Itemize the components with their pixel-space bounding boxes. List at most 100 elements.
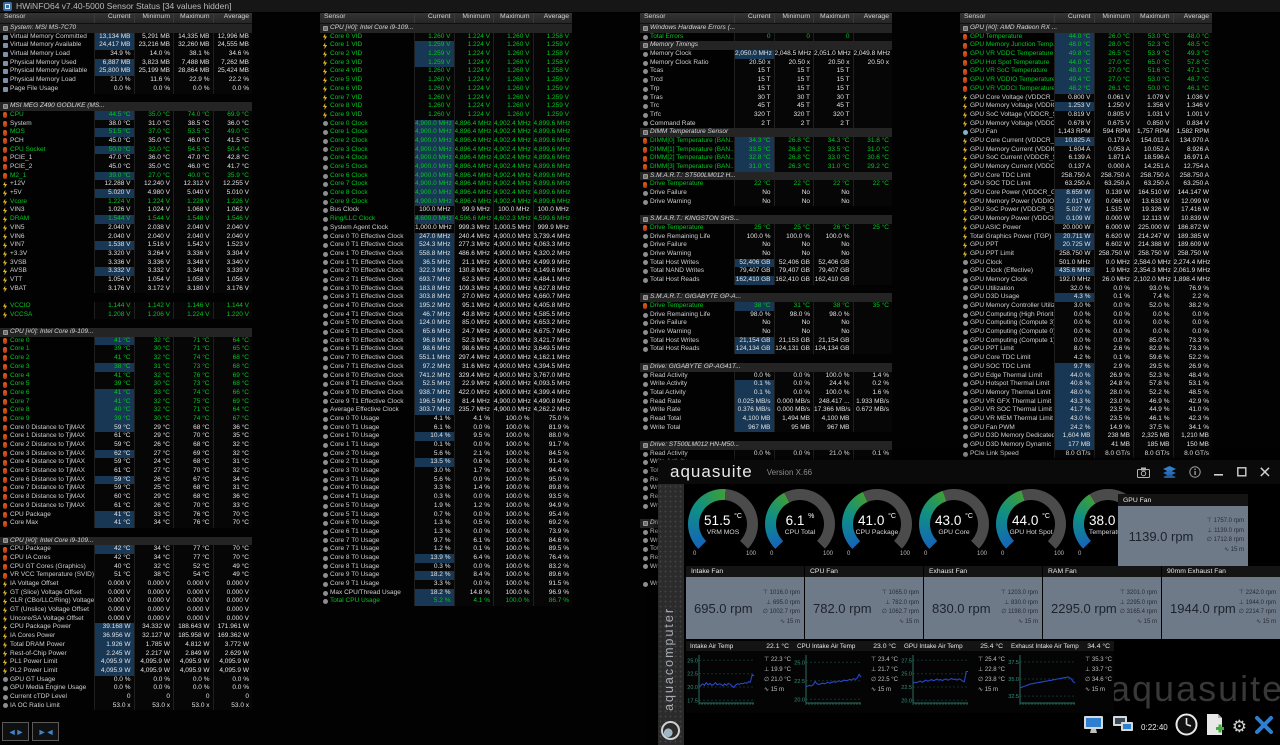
sensor-row[interactable]: GPU SoC Power (VDDCR_SOC)5.027 W1.515 W1… bbox=[960, 206, 1212, 216]
sensor-row[interactable]: GPU Computing (Compute 1)... 0.0 % 0.0 % 85… bbox=[960, 336, 1212, 346]
sensor-row[interactable]: GPU Core TDC Limit 4.2 % 0.1 % 59.6 % 52.2 % bbox=[960, 354, 1212, 363]
sensor-row[interactable]: Core 1 T1 Effective Clock 36.5 MHz 21.1 MH… bbox=[320, 258, 572, 268]
sensor-row[interactable]: 3VSB 3.336 V 3.336 V 3.348 V 3.340 V bbox=[0, 258, 252, 268]
section-header-row[interactable]: MSI MEG Z490 GODLIKE (MS... bbox=[0, 102, 252, 111]
sensor-row[interactable]: Tras 30 T 30 T 30 T bbox=[640, 93, 892, 103]
sensor-row[interactable]: Physical Memory Used 6,887 MB 3,823 MB 7,48… bbox=[0, 58, 252, 68]
section-header-row[interactable]: System: MSI MS-7C70 bbox=[0, 24, 252, 33]
sensor-row[interactable]: Uncore/SA Voltage Offset 0.000 V 0.000 V 0.… bbox=[0, 614, 252, 624]
sensor-row[interactable]: Total Host Writes 52,406 GB 52,406 GB 52,40… bbox=[640, 258, 892, 268]
sensor-row[interactable]: PL2 Power Limit 4,095.9 W 4,095.9 W 4,095.9… bbox=[0, 666, 252, 676]
sensor-row[interactable]: Total Host Writes 21,154 GB 21,153 GB 21,15… bbox=[640, 336, 892, 346]
sensor-row[interactable]: Core 3 Distance to TjMAX 62 °C 27 °C 69 °C 3… bbox=[0, 449, 252, 459]
sensor-row[interactable]: Core 8 Distance to TjMAX 60 °C 29 °C 68 °C 3… bbox=[0, 493, 252, 502]
report-add-icon[interactable] bbox=[1205, 713, 1225, 741]
sensor-row[interactable]: Ring/LLC Clock 4,600.0 MHz 4,596.6 MHz 4,60… bbox=[320, 215, 572, 224]
sensor-row[interactable]: Virtual Memory Load 34.9 % 14.0 % 38.1 % 34.… bbox=[0, 50, 252, 59]
sensor-row[interactable]: Core 4 T1 Usage 0.3 % 0.0 % 100.0 % 93.5 % bbox=[320, 493, 572, 502]
sensor-row[interactable]: GPU Clock 501.0 MHz 0.0 MHz 2,584.0 MHz 2,27… bbox=[960, 258, 1212, 268]
sensor-row[interactable]: Core 7 Clock 4,900.0 MHz 4,896.4 MHz 4,902.… bbox=[320, 180, 572, 190]
sensor-row[interactable]: GPU Fan 1,143 RPM 594 RPM 1,757 RPM 1,582 RP… bbox=[960, 128, 1212, 137]
sensor-row[interactable]: Rest-of-Chip Power 2.245 W 2.217 W 2.849 W2… bbox=[0, 649, 252, 659]
sensor-row[interactable]: GPU Memory Thermal Limit 48.0 % 28.0 % 52.2… bbox=[960, 388, 1212, 398]
sensor-row[interactable]: Drive Remaining Life 98.0 % 98.0 % 98.0 % bbox=[640, 310, 892, 320]
sensor-row[interactable]: VR VCC Temperature (SVID) 51 °C 38 °C 54 °C… bbox=[0, 571, 252, 580]
sensor-row[interactable]: GPU GT Usage 0.0 % 0.0 % 0.0 % 0.0 % bbox=[0, 675, 252, 685]
sensor-row[interactable]: GPU Edge Thermal Limit 44.0 % 26.9 % 52.3 %… bbox=[960, 371, 1212, 381]
sensor-row[interactable]: MOS 51.5 °C 37.0 °C 53.5 °C 49.0 °C bbox=[0, 128, 252, 137]
sensor-row[interactable]: GPU Computing (High Priorit... 0.0 % 0.0 %… bbox=[960, 310, 1212, 320]
sensor-row[interactable]: VIN7 1.538 V 1.516 V 1.542 V 1.523 V bbox=[0, 241, 252, 250]
sensor-row[interactable]: VCCSA 1.208 V 1.206 V 1.224 V 1.220 V bbox=[0, 310, 252, 320]
sensor-row[interactable]: Core 4 Distance to TjMAX 59 °C 24 °C 68 °C 3… bbox=[0, 458, 252, 468]
sensor-row[interactable]: DIMM[2] Temperature (BAN... 32.8 °C 26.8 °… bbox=[640, 154, 892, 163]
sensor-row[interactable]: DIMM[1] Temperature (BAN... 33.5 °C 26.8 °… bbox=[640, 145, 892, 155]
sensor-row[interactable]: Memory Clock Ratio 20.50 x 20.50 x 20.50 x2… bbox=[640, 58, 892, 68]
expand-columns-button[interactable]: ◄► bbox=[2, 722, 29, 741]
sensor-row[interactable]: Virtual Memory Committed 13,134 MB 5,291 M… bbox=[0, 32, 252, 42]
sensor-row[interactable]: Core 6 T0 Usage 1.3 % 0.5 % 100.0 % 69.2 % bbox=[320, 519, 572, 528]
sensor-row[interactable]: IA OC Ratio Limit 53.0 x 53.0 x 53.0 x 53.0 … bbox=[0, 701, 252, 711]
gpu-fan-panel-header[interactable]: GPU Fan bbox=[1118, 494, 1248, 506]
sensor-row[interactable]: Drive Warning No No No bbox=[640, 197, 892, 207]
sensor-row[interactable]: GPU Memory Power (VDDCI_... 0.109 W 0.000 … bbox=[960, 215, 1212, 224]
sensor-row[interactable]: GPU VR VDDCI Temperature 48.2 °C 26.1 °C 50… bbox=[960, 84, 1212, 94]
section-header-row[interactable]: CPU [#0]: Intel Core i9-109... bbox=[320, 24, 572, 33]
sensor-row[interactable]: GT (Slice) Voltage Offset 0.000 V 0.000 V0… bbox=[0, 588, 252, 598]
sensor-row[interactable]: CPU Package Power 39.168 W 34.332 W 188.643… bbox=[0, 623, 252, 633]
sensor-row[interactable]: GPU VR MEM Thermal Limit 43.0 % 23.5 % 46.1… bbox=[960, 414, 1212, 424]
sensor-row[interactable]: Core 4 VID 1.260 V 1.224 V 1.260 V 1.258 V bbox=[320, 67, 572, 77]
sensor-row[interactable]: GPU Computing (Compute 0)... 0.0 % 0.0 % 0.… bbox=[960, 328, 1212, 337]
sensor-row[interactable]: Core 7 T0 Usage 9.7 % 6.1 % 100.0 % 84.6 % bbox=[320, 536, 572, 546]
sensor-row[interactable]: DIMM[3] Temperature (BAN... 31.0 °C 26.3 °… bbox=[640, 163, 892, 172]
sensor-row[interactable]: Core 8 VID 1.260 V 1.224 V 1.260 V 1.259 V bbox=[320, 102, 572, 111]
section-header-row[interactable]: S.M.A.R.T.: KINGSTON SHS... bbox=[640, 215, 892, 224]
sensor-row[interactable]: GPU Core Current (VDDCR_... 10.825 A 0.179… bbox=[960, 136, 1212, 146]
section-header-row[interactable]: S.M.A.R.T.: ST500LM012 H... bbox=[640, 171, 892, 181]
sensor-row[interactable]: Core 8 40 °C 32 °C 71 °C 64 °C bbox=[0, 406, 252, 415]
chart-header[interactable]: Intake Air Temp 22.1 °C bbox=[686, 641, 793, 651]
sensor-row[interactable]: GPU Computing (Compute 3)... 0.0 % 0.0 % 0.… bbox=[960, 319, 1212, 329]
sensor-row[interactable]: CPU Package 42 °C 34 °C 77 °C 70 °C bbox=[0, 545, 252, 554]
sensor-row[interactable]: CPU Package 41 °C 33 °C 76 °C 70 °C bbox=[0, 510, 252, 520]
sensor-row[interactable]: GPU SOC TDC Limit 9.7 % 2.9 % 29.5 % 26.9 % bbox=[960, 362, 1212, 372]
sensor-row[interactable]: GPU Core Power (VDDCR_GFX)8.659 W0.139 W… bbox=[960, 189, 1212, 198]
sensor-row[interactable]: Core 0 41 °C 32 °C 71 °C 64 °C bbox=[0, 336, 252, 346]
sensor-row[interactable]: Vcore 1.224 V 1.224 V 1.229 V 1.226 V bbox=[0, 197, 252, 207]
sensor-row[interactable]: GPU D3D Usage 4.3 % 0.1 % 7.4 % 2.2 % bbox=[960, 293, 1212, 302]
sensor-row[interactable]: Core 8 T1 Effective Clock 52.5 MHz 22.9 MH… bbox=[320, 380, 572, 389]
section-header-row[interactable]: DIMM Temperature Sensor bbox=[640, 128, 892, 137]
sensor-row[interactable]: Core 0 T1 Effective Clock 524.3 MHz 277.3 … bbox=[320, 241, 572, 250]
sensor-row[interactable]: Core 6 VID 1.260 V 1.224 V 1.260 V 1.259 V bbox=[320, 84, 572, 94]
fan-panel-header[interactable]: 90mm Exhaust Fan bbox=[1162, 566, 1280, 577]
sensor-row[interactable]: GPU Memory Voltage (VDDIO) 1.253 V 1.250 V… bbox=[960, 102, 1212, 111]
sensor-row[interactable]: PCIE_1 47.0 °C 36.0 °C 47.0 °C 42.8 °C bbox=[0, 154, 252, 163]
sensor-row[interactable]: Core 4 T1 Effective Clock 46.7 MHz 43.8 MH… bbox=[320, 310, 572, 320]
sensor-row[interactable]: System 38.0 °C 31.0 °C 38.5 °C 36.0 °C bbox=[0, 119, 252, 129]
sensor-row[interactable]: Total Host Reads 162,410 GB 162,410 GB 162,… bbox=[640, 275, 892, 285]
sensor-row[interactable]: Core 9 VID 1.260 V 1.224 V 1.260 V 1.259 V bbox=[320, 110, 572, 120]
sensor-row[interactable]: GPU Fan PWM 24.2 % 14.9 % 37.5 % 34.1 % bbox=[960, 423, 1212, 433]
sensor-row[interactable]: GPU Memory Power (VDDIO) 2.017 W 0.066 W 13… bbox=[960, 197, 1212, 207]
sensor-row[interactable]: Drive Failure No No No bbox=[640, 189, 892, 198]
sensor-row[interactable]: Trc 45 T 45 T 45 T bbox=[640, 102, 892, 111]
sensor-row[interactable]: Core 1 T1 Usage 0.1 % 0.0 % 100.0 % 91.7 % bbox=[320, 441, 572, 450]
sensor-row[interactable]: Core 8 Clock 4,900.0 MHz 4,896.4 MHz 4,902.… bbox=[320, 189, 572, 198]
sensor-row[interactable]: PCIe Link Speed 8.0 GT/s 8.0 GT/s 8.0 GT/s 8… bbox=[960, 449, 1212, 459]
sensor-row[interactable]: Core 5 T0 Usage 1.9 % 1.2 % 100.0 % 94.9 % bbox=[320, 501, 572, 511]
sensor-row[interactable]: IA Voltage Offset 0.000 V 0.000 V 0.000 V 0.… bbox=[0, 580, 252, 589]
sensor-row[interactable]: CPU 44.5 °C 35.0 °C 74.0 °C 69.9 °C bbox=[0, 110, 252, 120]
sensor-row[interactable]: Core 2 T1 Effective Clock 693.7 MHz 62.3 M… bbox=[320, 275, 572, 285]
sensor-row[interactable]: Core 9 39 °C 30 °C 74 °C 67 °C bbox=[0, 414, 252, 424]
remote-sensor-icon[interactable] bbox=[1112, 715, 1134, 739]
sensor-row[interactable]: Core 9 T1 Effective Clock 196.5 MHz 81.4 M… bbox=[320, 397, 572, 407]
sensor-row[interactable]: Core 3 T0 Effective Clock 183.8 MHz 109.3 … bbox=[320, 284, 572, 294]
sensor-row[interactable]: Core 8 T1 Usage 0.3 % 0.0 % 100.0 % 83.2 % bbox=[320, 562, 572, 572]
sensor-row[interactable]: Core 7 T1 Usage 1.2 % 0.1 % 100.0 % 89.5 % bbox=[320, 545, 572, 554]
hwinfo-titlebar[interactable]: HWiNFO64 v7.40-5000 Sensor Status [34 va… bbox=[0, 0, 1280, 13]
sensor-row[interactable]: Physical Memory Available 25,800 MB 25,199… bbox=[0, 67, 252, 77]
sensor-row[interactable]: Drive Temperature 38 °C 31 °C 38 °C 35 °C bbox=[640, 302, 892, 311]
sensor-row[interactable]: GPU VR VDDIO Temperature 49.4 °C 27.0 °C 53… bbox=[960, 76, 1212, 85]
sensor-row[interactable]: Core 2 Distance to TjMAX 59 °C 26 °C 68 °C 3… bbox=[0, 441, 252, 450]
sensor-row[interactable]: GPU Hot Spot Temperature 44.0 °C 27.0 °C 65… bbox=[960, 58, 1212, 68]
